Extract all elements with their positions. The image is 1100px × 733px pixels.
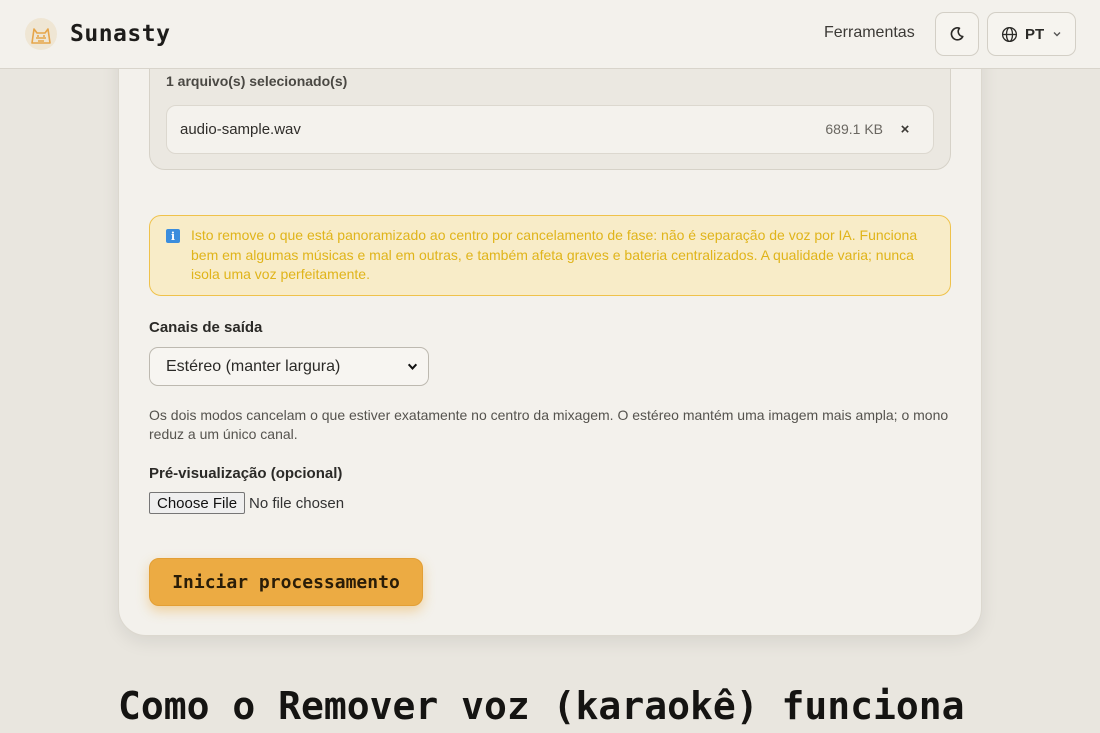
info-icon: i	[166, 229, 180, 243]
preview-label: Pré-visualização (opcional)	[149, 465, 343, 482]
brand-link[interactable]: Sunasty	[24, 17, 170, 51]
preview-file-input[interactable]: Choose File No file chosen	[149, 492, 344, 514]
output-channels-value: Estéreo (manter largura)	[166, 357, 341, 375]
choose-file-button[interactable]: Choose File	[149, 492, 246, 514]
language-label: PT	[1025, 25, 1045, 43]
brand-name: Sunasty	[70, 21, 171, 47]
file-input-status: No file chosen	[249, 494, 345, 512]
notice-text: Isto remove o que está panoramizado ao c…	[191, 227, 918, 282]
theme-toggle-button[interactable]	[935, 12, 979, 56]
moon-icon	[950, 27, 964, 41]
selected-files-count: 1 arquivo(s) selecionado(s)	[166, 73, 348, 89]
section-heading: Como o Remover voz (karaokê) funciona	[118, 684, 965, 728]
chevron-down-icon	[1053, 32, 1061, 37]
site-header: Sunasty Ferramentas PT	[0, 0, 1100, 69]
globe-icon	[1001, 26, 1018, 42]
output-channels-label: Canais de saída	[149, 319, 263, 336]
file-size: 689.1 KB	[825, 121, 883, 137]
file-name: audio-sample.wav	[180, 121, 301, 138]
output-channels-help: Os dois modos cancelam o que estiver exa…	[149, 407, 949, 442]
cat-logo-icon	[25, 18, 57, 50]
chevron-down-icon	[407, 363, 418, 370]
warning-notice: i Isto remove o que está panoramizado ao…	[149, 215, 951, 296]
nav-tools-link[interactable]: Ferramentas	[824, 24, 915, 42]
start-processing-button[interactable]: Iniciar processamento	[149, 558, 423, 606]
language-selector-button[interactable]: PT	[987, 12, 1076, 56]
file-list-item: audio-sample.wav 689.1 KB ×	[166, 105, 934, 154]
remove-file-button[interactable]: ×	[895, 119, 915, 139]
output-channels-select[interactable]: Estéreo (manter largura)	[149, 347, 429, 386]
